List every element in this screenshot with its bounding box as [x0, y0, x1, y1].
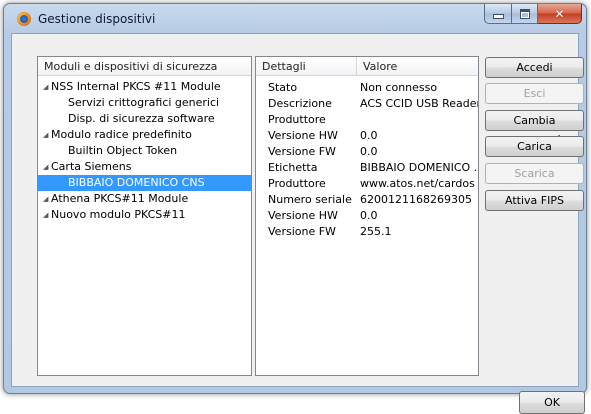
value-column-header[interactable]: Valore	[357, 57, 478, 76]
details-value: ACS CCID USB Reader 0	[360, 97, 478, 110]
details-value: 0.0	[360, 145, 378, 158]
details-row[interactable]: Produttore	[256, 112, 478, 128]
details-row[interactable]: Versione HW 0.0	[256, 128, 478, 144]
tree-item-label: Nuovo modulo PKCS#11	[51, 208, 186, 221]
caption-buttons: ✕	[484, 4, 582, 24]
close-button[interactable]: ✕	[538, 4, 582, 24]
maximize-button[interactable]	[511, 4, 538, 24]
details-row[interactable]: Stato Non connesso	[256, 80, 478, 96]
scarica-button[interactable]: Scarica	[485, 163, 584, 184]
triangle-expanded-icon[interactable]: ◢	[43, 79, 51, 95]
details-row[interactable]: Versione HW 0.0	[256, 208, 478, 224]
title-bar[interactable]: Gestione dispositivi ✕	[4, 4, 586, 34]
tree-item[interactable]: ◢ Athena PKCS#11 Module	[38, 191, 251, 207]
details-key: Stato	[268, 81, 298, 94]
tree-item[interactable]: ◢ Nuovo modulo PKCS#11	[38, 207, 251, 223]
details-key: Produttore	[268, 113, 326, 126]
attiva-fips-button[interactable]: Attiva FIPS	[485, 190, 584, 211]
minimize-button[interactable]	[484, 4, 511, 24]
dialog-window: Gestione dispositivi ✕ Moduli e disposit…	[3, 3, 587, 414]
details-row[interactable]: Descrizione ACS CCID USB Reader 0	[256, 96, 478, 112]
details-value: 6200121168269305	[360, 193, 472, 206]
modules-column-header[interactable]: Moduli e dispositivi di sicurezza	[38, 57, 251, 76]
tree-item-label: Athena PKCS#11 Module	[51, 192, 189, 205]
tree-item[interactable]: ◢ Modulo radice predefinito	[38, 127, 251, 143]
tree-item-label: Carta Siemens	[51, 160, 132, 173]
tree-item-label: Servizi crittografici generici	[68, 96, 220, 109]
details-panel[interactable]: Dettagli Valore Stato Non connesso Descriz…	[255, 56, 479, 376]
ok-button[interactable]: OK	[519, 391, 585, 414]
window-title: Gestione dispositivi	[38, 12, 156, 26]
details-key: Descrizione	[268, 97, 332, 110]
details-column-header[interactable]: Dettagli	[256, 57, 357, 76]
details-value: 0.0	[360, 129, 378, 142]
modules-tree-panel[interactable]: Moduli e dispositivi di sicurezza ◢ NSS I…	[37, 56, 252, 376]
details-key: Etichetta	[268, 161, 318, 174]
tree-item-label: Modulo radice predefinito	[51, 128, 192, 141]
details-key: Produttore	[268, 177, 326, 190]
tree-item-label: BIBBAIO DOMENICO CNS	[68, 176, 205, 189]
tree-item[interactable]: Servizi crittografici generici	[38, 95, 251, 111]
details-value: 255.1	[360, 225, 392, 238]
triangle-expanded-icon[interactable]: ◢	[43, 159, 51, 175]
details-key: Versione HW	[268, 129, 338, 142]
details-value: Non connesso	[360, 81, 438, 94]
details-value: BIBBAIO DOMENICO ...	[360, 161, 478, 174]
esci-button[interactable]: Esci	[485, 83, 584, 104]
tree-item-label: NSS Internal PKCS #11 Module	[51, 80, 221, 93]
maximize-icon	[519, 8, 530, 19]
close-icon: ✕	[554, 6, 565, 21]
details-value: www.atos.net/cardos	[360, 177, 475, 190]
details-row[interactable]: Numero seriale 6200121168269305	[256, 192, 478, 208]
tree-item[interactable]: Disp. di sicurezza software	[38, 111, 251, 127]
details-row[interactable]: Versione FW 0.0	[256, 144, 478, 160]
accedi-button[interactable]: Accedi	[485, 57, 584, 78]
details-key: Versione FW	[268, 225, 336, 238]
details-row[interactable]: Etichetta BIBBAIO DOMENICO ...	[256, 160, 478, 176]
tree-item[interactable]: ◢ NSS Internal PKCS #11 Module	[38, 79, 251, 95]
carica-button[interactable]: Carica	[485, 136, 584, 157]
modules-tree: ◢ NSS Internal PKCS #11 Module Servizi cri…	[38, 79, 251, 223]
cambia-password-button[interactable]: Cambia password	[485, 110, 584, 146]
dialog-client-area: Moduli e dispositivi di sicurezza ◢ NSS I…	[11, 33, 585, 414]
details-value: 0.0	[360, 209, 378, 222]
tree-item[interactable]: Builtin Object Token	[38, 143, 251, 159]
details-key: Numero seriale	[268, 193, 352, 206]
triangle-expanded-icon[interactable]: ◢	[43, 207, 51, 223]
tree-item[interactable]: ◢ Carta Siemens	[38, 159, 251, 175]
details-key: Versione HW	[268, 209, 338, 222]
tree-item[interactable]: BIBBAIO DOMENICO CNS	[38, 175, 251, 191]
details-key: Versione FW	[268, 145, 336, 158]
details-row[interactable]: Produttore www.atos.net/cardos	[256, 176, 478, 192]
details-row[interactable]: Versione FW 255.1	[256, 224, 478, 240]
tree-item-label: Disp. di sicurezza software	[68, 112, 215, 125]
minimize-icon	[492, 14, 504, 19]
firefox-icon	[17, 12, 31, 26]
triangle-expanded-icon[interactable]: ◢	[43, 127, 51, 143]
tree-item-label: Builtin Object Token	[68, 144, 178, 157]
triangle-expanded-icon[interactable]: ◢	[43, 191, 51, 207]
